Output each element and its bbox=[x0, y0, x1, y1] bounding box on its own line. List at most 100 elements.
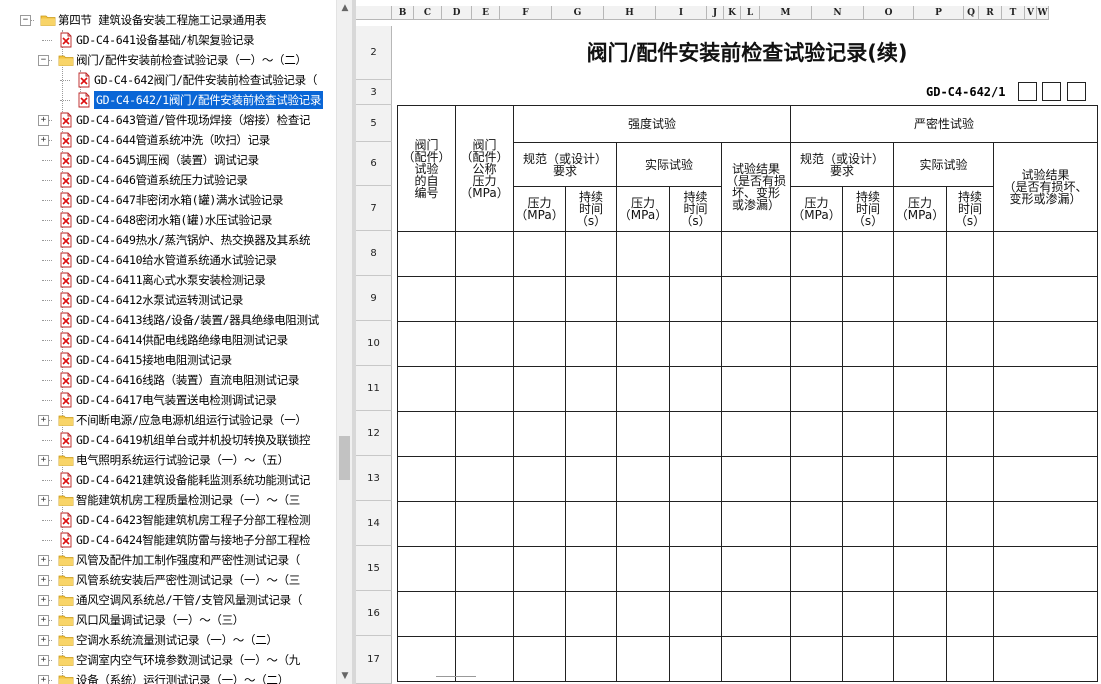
tree-document-item[interactable]: GD-C4-6421建筑设备能耗监测系统功能测试记 bbox=[0, 470, 336, 490]
table-cell[interactable] bbox=[397, 231, 456, 277]
table-cell[interactable] bbox=[842, 591, 894, 637]
tree-document-item[interactable]: GD-C4-642/1阀门/配件安装前检查试验记录 bbox=[0, 90, 336, 110]
scrollbar-thumb[interactable] bbox=[339, 436, 350, 480]
row-header[interactable]: 15 bbox=[356, 546, 392, 591]
column-header[interactable]: J bbox=[707, 6, 724, 20]
table-cell[interactable] bbox=[513, 276, 566, 322]
column-header[interactable]: K bbox=[724, 6, 741, 20]
table-cell[interactable] bbox=[565, 636, 617, 682]
tree-document-item[interactable]: GD-C4-642阀门/配件安装前检查试验记录（ bbox=[0, 70, 336, 90]
table-cell[interactable] bbox=[790, 456, 843, 502]
row-header[interactable]: 16 bbox=[356, 591, 392, 636]
table-cell[interactable] bbox=[397, 366, 456, 412]
table-cell[interactable] bbox=[616, 546, 670, 592]
expand-toggle-icon[interactable]: + bbox=[38, 615, 49, 626]
table-cell[interactable] bbox=[397, 276, 456, 322]
table-cell[interactable] bbox=[946, 366, 994, 412]
tree-document-item[interactable]: GD-C4-6413线路/设备/装置/器具绝缘电阻测试 bbox=[0, 310, 336, 330]
tree-folder-item[interactable]: + 风管及配件加工制作强度和严密性测试记录（ bbox=[0, 550, 336, 570]
column-header[interactable]: H bbox=[604, 6, 656, 20]
column-header[interactable]: B bbox=[392, 6, 414, 20]
form-code-box-3[interactable] bbox=[1067, 82, 1086, 101]
table-cell[interactable] bbox=[993, 411, 1098, 457]
tree-document-item[interactable]: GD-C4-649热水/蒸汽锅炉、热交换器及其系统 bbox=[0, 230, 336, 250]
table-cell[interactable] bbox=[669, 636, 722, 682]
column-header[interactable]: V bbox=[1025, 6, 1037, 20]
table-cell[interactable] bbox=[455, 366, 514, 412]
table-cell[interactable] bbox=[993, 501, 1098, 547]
table-cell[interactable] bbox=[893, 411, 947, 457]
table-cell[interactable] bbox=[455, 636, 514, 682]
table-cell[interactable] bbox=[842, 321, 894, 367]
table-cell[interactable] bbox=[721, 231, 791, 277]
expand-toggle-icon[interactable]: + bbox=[38, 415, 49, 426]
table-cell[interactable] bbox=[565, 501, 617, 547]
table-cell[interactable] bbox=[513, 456, 566, 502]
table-cell[interactable] bbox=[397, 636, 456, 682]
tree-folder-item[interactable]: + 不间断电源/应急电源机组运行试验记录（一） bbox=[0, 410, 336, 430]
table-cell[interactable] bbox=[721, 366, 791, 412]
table-cell[interactable] bbox=[669, 231, 722, 277]
column-header[interactable]: W bbox=[1037, 6, 1049, 20]
row-header[interactable]: 11 bbox=[356, 366, 392, 411]
table-cell[interactable] bbox=[893, 366, 947, 412]
table-cell[interactable] bbox=[946, 321, 994, 367]
table-cell[interactable] bbox=[946, 456, 994, 502]
row-header[interactable]: 10 bbox=[356, 321, 392, 366]
table-cell[interactable] bbox=[842, 411, 894, 457]
tree-scrollbar[interactable]: ▲ ▼ bbox=[336, 0, 353, 684]
tree-folder-item[interactable]: + 风管系统安装后严密性测试记录（一）～（三 bbox=[0, 570, 336, 590]
table-cell[interactable] bbox=[565, 456, 617, 502]
table-cell[interactable] bbox=[455, 591, 514, 637]
tree-folder-item[interactable]: + 智能建筑机房工程质量检测记录（一）～（三 bbox=[0, 490, 336, 510]
row-header[interactable]: 13 bbox=[356, 456, 392, 501]
form-code-box-1[interactable] bbox=[1018, 82, 1037, 101]
table-cell[interactable] bbox=[842, 276, 894, 322]
table-cell[interactable] bbox=[993, 546, 1098, 592]
expand-toggle-icon[interactable]: + bbox=[38, 595, 49, 606]
table-cell[interactable] bbox=[721, 456, 791, 502]
table-cell[interactable] bbox=[616, 636, 670, 682]
table-cell[interactable] bbox=[565, 231, 617, 277]
expand-toggle-icon[interactable]: + bbox=[38, 555, 49, 566]
table-cell[interactable] bbox=[616, 276, 670, 322]
column-header[interactable]: T bbox=[1002, 6, 1025, 20]
expand-toggle-icon[interactable]: + bbox=[38, 495, 49, 506]
table-cell[interactable] bbox=[455, 546, 514, 592]
tree-document-item[interactable]: GD-C4-6414供配电线路绝缘电阻测试记录 bbox=[0, 330, 336, 350]
table-cell[interactable] bbox=[513, 501, 566, 547]
table-cell[interactable] bbox=[565, 411, 617, 457]
row-header[interactable]: 17 bbox=[356, 636, 392, 684]
table-cell[interactable] bbox=[790, 501, 843, 547]
row-header[interactable]: 12 bbox=[356, 411, 392, 456]
table-cell[interactable] bbox=[993, 321, 1098, 367]
table-cell[interactable] bbox=[842, 456, 894, 502]
tree-document-item[interactable]: GD-C4-647非密闭水箱(罐)满水试验记录 bbox=[0, 190, 336, 210]
table-cell[interactable] bbox=[946, 501, 994, 547]
tree-folder-item[interactable]: + 空调水系统流量测试记录（一）～（二） bbox=[0, 630, 336, 650]
table-cell[interactable] bbox=[993, 591, 1098, 637]
table-cell[interactable] bbox=[565, 546, 617, 592]
table-cell[interactable] bbox=[790, 591, 843, 637]
tree-folder-item[interactable]: + 电气照明系统运行试验记录（一）～（五） bbox=[0, 450, 336, 470]
table-cell[interactable] bbox=[397, 456, 456, 502]
row-header[interactable]: 8 bbox=[356, 231, 392, 276]
table-cell[interactable] bbox=[946, 591, 994, 637]
table-cell[interactable] bbox=[669, 546, 722, 592]
row-header[interactable]: 14 bbox=[356, 501, 392, 546]
table-cell[interactable] bbox=[669, 591, 722, 637]
tree-document-item[interactable]: GD-C4-6417电气装置送电检测调试记录 bbox=[0, 390, 336, 410]
table-cell[interactable] bbox=[616, 456, 670, 502]
table-cell[interactable] bbox=[946, 231, 994, 277]
scroll-up-arrow-icon[interactable]: ▲ bbox=[337, 0, 353, 16]
tree-document-item[interactable]: GD-C4-6412水泵试运转测试记录 bbox=[0, 290, 336, 310]
column-header[interactable]: N bbox=[812, 6, 864, 20]
table-cell[interactable] bbox=[993, 456, 1098, 502]
table-cell[interactable] bbox=[455, 321, 514, 367]
table-cell[interactable] bbox=[790, 366, 843, 412]
table-cell[interactable] bbox=[455, 411, 514, 457]
table-cell[interactable] bbox=[721, 501, 791, 547]
expand-toggle-icon[interactable]: + bbox=[38, 655, 49, 666]
table-cell[interactable] bbox=[721, 591, 791, 637]
tree-document-item[interactable]: GD-C4-6410给水管道系统通水试验记录 bbox=[0, 250, 336, 270]
